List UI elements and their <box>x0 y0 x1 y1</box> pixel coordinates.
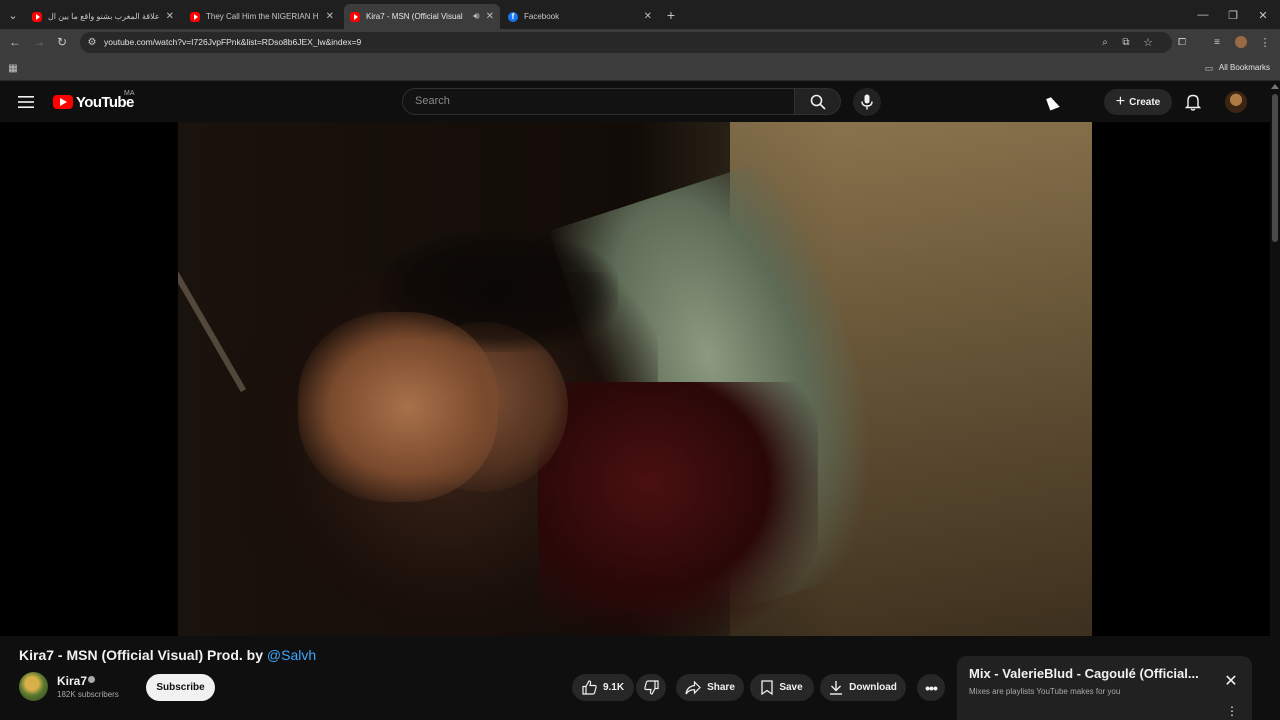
youtube-logo-icon[interactable] <box>53 95 73 109</box>
bookmark-star-icon[interactable]: ☆ <box>1141 35 1155 49</box>
download-button[interactable]: Download <box>820 674 906 701</box>
scrollbar-thumb[interactable] <box>1272 94 1278 242</box>
tab-search-chevron-icon[interactable]: ⌄ <box>6 8 20 22</box>
create-label: Create <box>1129 96 1161 108</box>
search-input[interactable]: Search <box>402 88 795 115</box>
video-hand <box>298 312 498 502</box>
scroll-up-icon[interactable] <box>1271 84 1279 89</box>
thumbs-down-icon <box>643 680 659 695</box>
more-actions-button[interactable]: ••• <box>917 674 945 701</box>
more-horizontal-icon: ••• <box>925 679 938 696</box>
back-icon[interactable]: ← <box>8 35 22 49</box>
save-button[interactable]: Save <box>750 674 814 701</box>
download-icon <box>830 681 843 695</box>
plus-icon: + <box>1115 93 1126 110</box>
more-vertical-icon[interactable]: ⋮ <box>1226 704 1238 718</box>
close-icon[interactable]: ✕ <box>166 11 174 22</box>
video-shirt <box>538 382 818 636</box>
thumbs-up-icon <box>582 680 597 695</box>
microphone-icon <box>861 94 873 110</box>
verified-badge-icon <box>88 676 95 683</box>
reload-icon[interactable]: ↻ <box>55 35 69 49</box>
browser-tab-4[interactable]: f Facebook ✕ <box>502 4 658 29</box>
close-icon[interactable]: ✕ <box>1222 672 1240 690</box>
share-label: Share <box>707 682 735 693</box>
bookmark-icon <box>761 680 773 695</box>
notifications-bell-icon[interactable] <box>1184 93 1202 111</box>
dislike-button[interactable] <box>636 674 666 701</box>
country-code: MA <box>124 90 135 97</box>
install-app-icon[interactable]: ⧉ <box>1119 35 1133 49</box>
producer-mention-link[interactable]: @Salvh <box>267 647 316 663</box>
all-bookmarks-label[interactable]: All Bookmarks <box>1219 63 1270 72</box>
mix-subtitle: Mixes are playlists YouTube makes for yo… <box>969 687 1121 696</box>
create-button[interactable]: + Create <box>1104 89 1172 115</box>
video-light-streak <box>178 241 247 393</box>
share-icon <box>685 680 701 694</box>
speaker-icon[interactable]: 🔊︎ <box>473 11 479 22</box>
video-title-text: Kira7 - MSN (Official Visual) Prod. by <box>19 647 264 663</box>
hamburger-menu-icon[interactable] <box>18 95 34 109</box>
browser-tab-3[interactable]: Kira7 - MSN (Official Visual 🔊︎ ✕ <box>344 4 500 29</box>
like-count: 9.1K <box>602 682 625 693</box>
browser-tab-2[interactable]: They Call Him the NIGERIAN H ✕ <box>184 4 340 29</box>
share-button[interactable]: Share <box>676 674 744 701</box>
subscribe-button[interactable]: Subscribe <box>146 674 215 701</box>
search-icon <box>810 94 826 110</box>
media-controls-icon[interactable]: ≡ <box>1210 35 1224 49</box>
youtube-icon <box>350 11 360 22</box>
url-text[interactable]: youtube.com/watch?v=I726JvpFPnk&list=RDs… <box>104 37 361 47</box>
tab-label: علاقة المغرب بشنو واقع ما بين ال <box>48 12 160 21</box>
youtube-icon <box>32 11 42 22</box>
new-tab-icon[interactable]: + <box>664 7 678 23</box>
tab-label: They Call Him the NIGERIAN H <box>206 12 319 21</box>
site-settings-icon[interactable]: ⚙ <box>85 35 99 49</box>
account-avatar[interactable] <box>1225 91 1247 113</box>
browser-menu-icon[interactable]: ⋮ <box>1258 35 1272 49</box>
video-player[interactable] <box>0 122 1270 636</box>
forward-icon[interactable]: → <box>32 35 46 49</box>
search-button[interactable] <box>795 88 841 115</box>
mix-title[interactable]: Mix - ValerieBlud - Cagoulé (Official... <box>969 666 1214 681</box>
video-title: Kira7 - MSN (Official Visual) Prod. by @… <box>19 647 316 663</box>
youtube-icon <box>190 11 200 22</box>
like-button[interactable]: 9.1K <box>572 674 634 701</box>
window-close-icon[interactable]: ✕ <box>1256 8 1270 22</box>
close-icon[interactable]: ✕ <box>486 11 494 22</box>
channel-name[interactable]: Kira7 <box>57 674 87 688</box>
minimize-icon[interactable]: — <box>1196 8 1210 22</box>
apps-grid-icon[interactable]: ▦ <box>6 61 20 75</box>
facebook-icon: f <box>508 11 518 22</box>
close-icon[interactable]: ✕ <box>326 11 334 22</box>
tab-label: Kira7 - MSN (Official Visual <box>366 12 463 21</box>
subscriber-count: 182K subscribers <box>57 690 119 699</box>
restore-icon[interactable]: ❐ <box>1226 8 1240 22</box>
close-icon[interactable]: ✕ <box>644 11 652 22</box>
profile-icon[interactable] <box>1234 35 1248 49</box>
video-frame <box>178 122 1092 636</box>
save-label: Save <box>779 682 803 693</box>
bookmarks-bar <box>0 56 1280 81</box>
voice-search-button[interactable] <box>853 88 881 116</box>
tab-label: Facebook <box>524 12 560 21</box>
download-label: Download <box>849 682 897 693</box>
folder-icon: ▭ <box>1204 62 1214 73</box>
browser-tab-1[interactable]: علاقة المغرب بشنو واقع ما بين ال ✕ <box>26 4 180 29</box>
extensions-icon[interactable]: ⧠ <box>1175 35 1189 49</box>
zoom-icon[interactable]: ⌕ <box>1098 35 1112 49</box>
channel-avatar[interactable] <box>19 672 48 701</box>
